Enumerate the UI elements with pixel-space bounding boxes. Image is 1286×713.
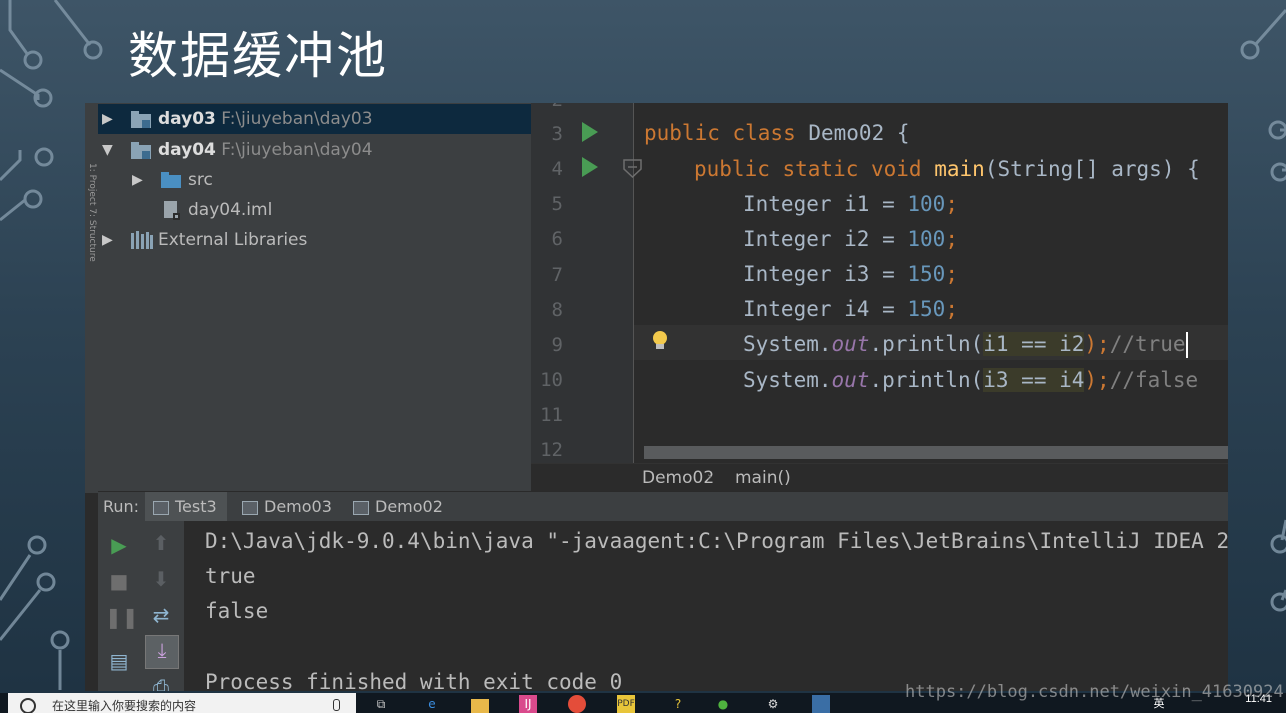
- app-window-icon[interactable]: [812, 695, 830, 713]
- tree-node-day03-name: day03: [158, 109, 216, 129]
- tree-node-iml-label: day04.iml: [188, 200, 273, 220]
- dump-threads-icon[interactable]: ▤: [105, 647, 133, 675]
- tree-node-src[interactable]: ▶ src: [98, 165, 531, 195]
- tool-window-strip-label: 1: Project 7: Structure: [87, 163, 97, 262]
- horizontal-scrollbar[interactable]: [644, 446, 1228, 459]
- line-number: 6: [551, 228, 563, 250]
- line-number: 3: [551, 123, 563, 145]
- run-tab-demo03[interactable]: Demo03: [234, 492, 342, 522]
- expand-arrow-icon[interactable]: ▶: [102, 104, 113, 134]
- tree-node-day04[interactable]: ▼ day04 F:\jiuyeban\day04: [98, 135, 531, 165]
- tree-node-iml[interactable]: day04.iml: [98, 195, 531, 225]
- expand-arrow-icon[interactable]: ▶: [102, 225, 113, 255]
- run-tab-demo02[interactable]: Demo02: [345, 492, 453, 522]
- line-number: 10: [540, 369, 563, 391]
- run-toolbar: ▶ ⬆ ■ ⬇ ❚❚ ⇄ ▤ ⤓ ⎙: [98, 521, 184, 691]
- taskbar-search-box[interactable]: 在这里输入你要搜索的内容: [8, 693, 356, 713]
- console-tab-icon: [242, 501, 258, 515]
- run-panel: ▶ ⬆ ■ ⬇ ❚❚ ⇄ ▤ ⤓ ⎙ D:\Java\jdk-9.0.4\bin…: [98, 521, 1228, 691]
- breadcrumb: Demo02 › main(): [531, 463, 1228, 492]
- module-folder-icon: [131, 111, 151, 128]
- slide-title: 数据缓冲池: [128, 27, 388, 85]
- code-line-9: System.out.println(i1 == i2);//true: [743, 332, 1188, 358]
- help-icon[interactable]: ?: [669, 695, 687, 713]
- pdf-reader-icon[interactable]: PDF: [617, 695, 635, 713]
- text-caret: [1185, 332, 1188, 358]
- console-line: D:\Java\jdk-9.0.4\bin\java "-javaagent:C…: [205, 529, 1228, 553]
- tree-node-day03-path: F:\jiuyeban\day03: [221, 109, 373, 129]
- libraries-icon: [131, 231, 153, 249]
- watermark: https://blog.csdn.net/weixin_41630924: [905, 682, 1284, 702]
- breadcrumb-method[interactable]: main(): [735, 464, 791, 492]
- console-line: Process finished with exit code 0: [205, 670, 623, 691]
- run-tab-bar: Run: Test3 Demo03 Demo02: [98, 491, 1228, 522]
- run-main-icon[interactable]: [581, 156, 599, 178]
- collapse-arrow-icon[interactable]: ▼: [102, 135, 113, 165]
- expand-arrow-icon[interactable]: ▶: [132, 165, 143, 195]
- breadcrumb-separator-icon: ›: [707, 470, 713, 485]
- tree-node-external-libraries[interactable]: ▶ External Libraries: [98, 225, 531, 255]
- print-icon[interactable]: ⎙: [147, 673, 175, 691]
- scroll-to-end-icon[interactable]: ⤓: [145, 635, 179, 669]
- stop-icon[interactable]: ■: [105, 567, 133, 595]
- code-editor[interactable]: 2 3 4 5 6 7 8 9 10 11 12 public class De…: [531, 103, 1228, 491]
- tree-node-day03[interactable]: ▶ day03 F:\jiuyeban\day03: [98, 104, 531, 134]
- code-line-7: Integer i3 = 150;: [743, 262, 958, 286]
- line-number: 8: [551, 299, 563, 321]
- code-line-8: Integer i4 = 150;: [743, 297, 958, 321]
- file-explorer-icon[interactable]: [471, 699, 489, 713]
- fold-marker-icon[interactable]: [623, 159, 643, 179]
- settings-gear-icon[interactable]: ⚙: [764, 695, 782, 713]
- module-folder-icon: [131, 142, 151, 159]
- intellij-icon[interactable]: IJ: [519, 695, 537, 713]
- console-tab-icon: [353, 501, 369, 515]
- run-tab-test3[interactable]: Test3: [145, 492, 227, 522]
- gutter-separator: [633, 103, 634, 463]
- code-line-10: System.out.println(i3 == i4);//false: [743, 368, 1199, 392]
- run-class-icon[interactable]: [581, 121, 599, 143]
- soft-wrap-icon[interactable]: ⇄: [147, 601, 175, 629]
- tree-node-src-label: src: [188, 170, 213, 190]
- ide-window: 1: Project 7: Structure ▶ day03 F:\jiuye…: [85, 103, 1228, 691]
- code-line-3: public class Demo02 {: [644, 121, 910, 145]
- tool-window-strip[interactable]: 1: Project 7: Structure: [85, 103, 99, 493]
- edge-browser-icon[interactable]: e: [423, 695, 441, 713]
- run-label: Run:: [103, 497, 140, 516]
- code-line-4: public static void main(String[] args) {: [694, 157, 1200, 181]
- line-number: 5: [551, 193, 563, 215]
- project-tree: ▶ day03 F:\jiuyeban\day03 ▼ day04 F:\jiu…: [98, 103, 531, 491]
- task-view-icon[interactable]: ⧉: [372, 695, 390, 713]
- wechat-icon[interactable]: ●: [714, 695, 732, 713]
- console-line: false: [205, 599, 269, 623]
- console-tab-icon: [153, 501, 169, 515]
- tree-node-external-libraries-label: External Libraries: [158, 230, 308, 250]
- rerun-icon[interactable]: ▶: [105, 531, 133, 559]
- code-line-6: Integer i2 = 100;: [743, 227, 958, 251]
- chrome-icon[interactable]: [568, 695, 586, 713]
- search-icon: [20, 698, 36, 713]
- line-number: 9: [551, 334, 563, 356]
- tree-node-day04-name: day04: [158, 140, 216, 160]
- tree-node-day04-path: F:\jiuyeban\day04: [221, 140, 373, 160]
- line-number: 2: [531, 103, 563, 111]
- taskbar-search-placeholder: 在这里输入你要搜索的内容: [52, 699, 197, 713]
- line-number: 4: [551, 158, 563, 180]
- source-folder-icon: [161, 172, 181, 188]
- iml-file-icon: [164, 201, 180, 220]
- microphone-icon[interactable]: [333, 699, 340, 711]
- line-number: 7: [551, 264, 563, 286]
- console-line: true: [205, 564, 256, 588]
- line-number: 11: [540, 404, 563, 426]
- pause-icon[interactable]: ❚❚: [105, 603, 139, 631]
- breadcrumb-class[interactable]: Demo02: [642, 464, 714, 492]
- code-line-5: Integer i1 = 100;: [743, 192, 958, 216]
- scroll-down-icon[interactable]: ⬇: [147, 565, 175, 593]
- line-number: 12: [540, 439, 563, 461]
- scroll-up-icon[interactable]: ⬆: [147, 529, 175, 557]
